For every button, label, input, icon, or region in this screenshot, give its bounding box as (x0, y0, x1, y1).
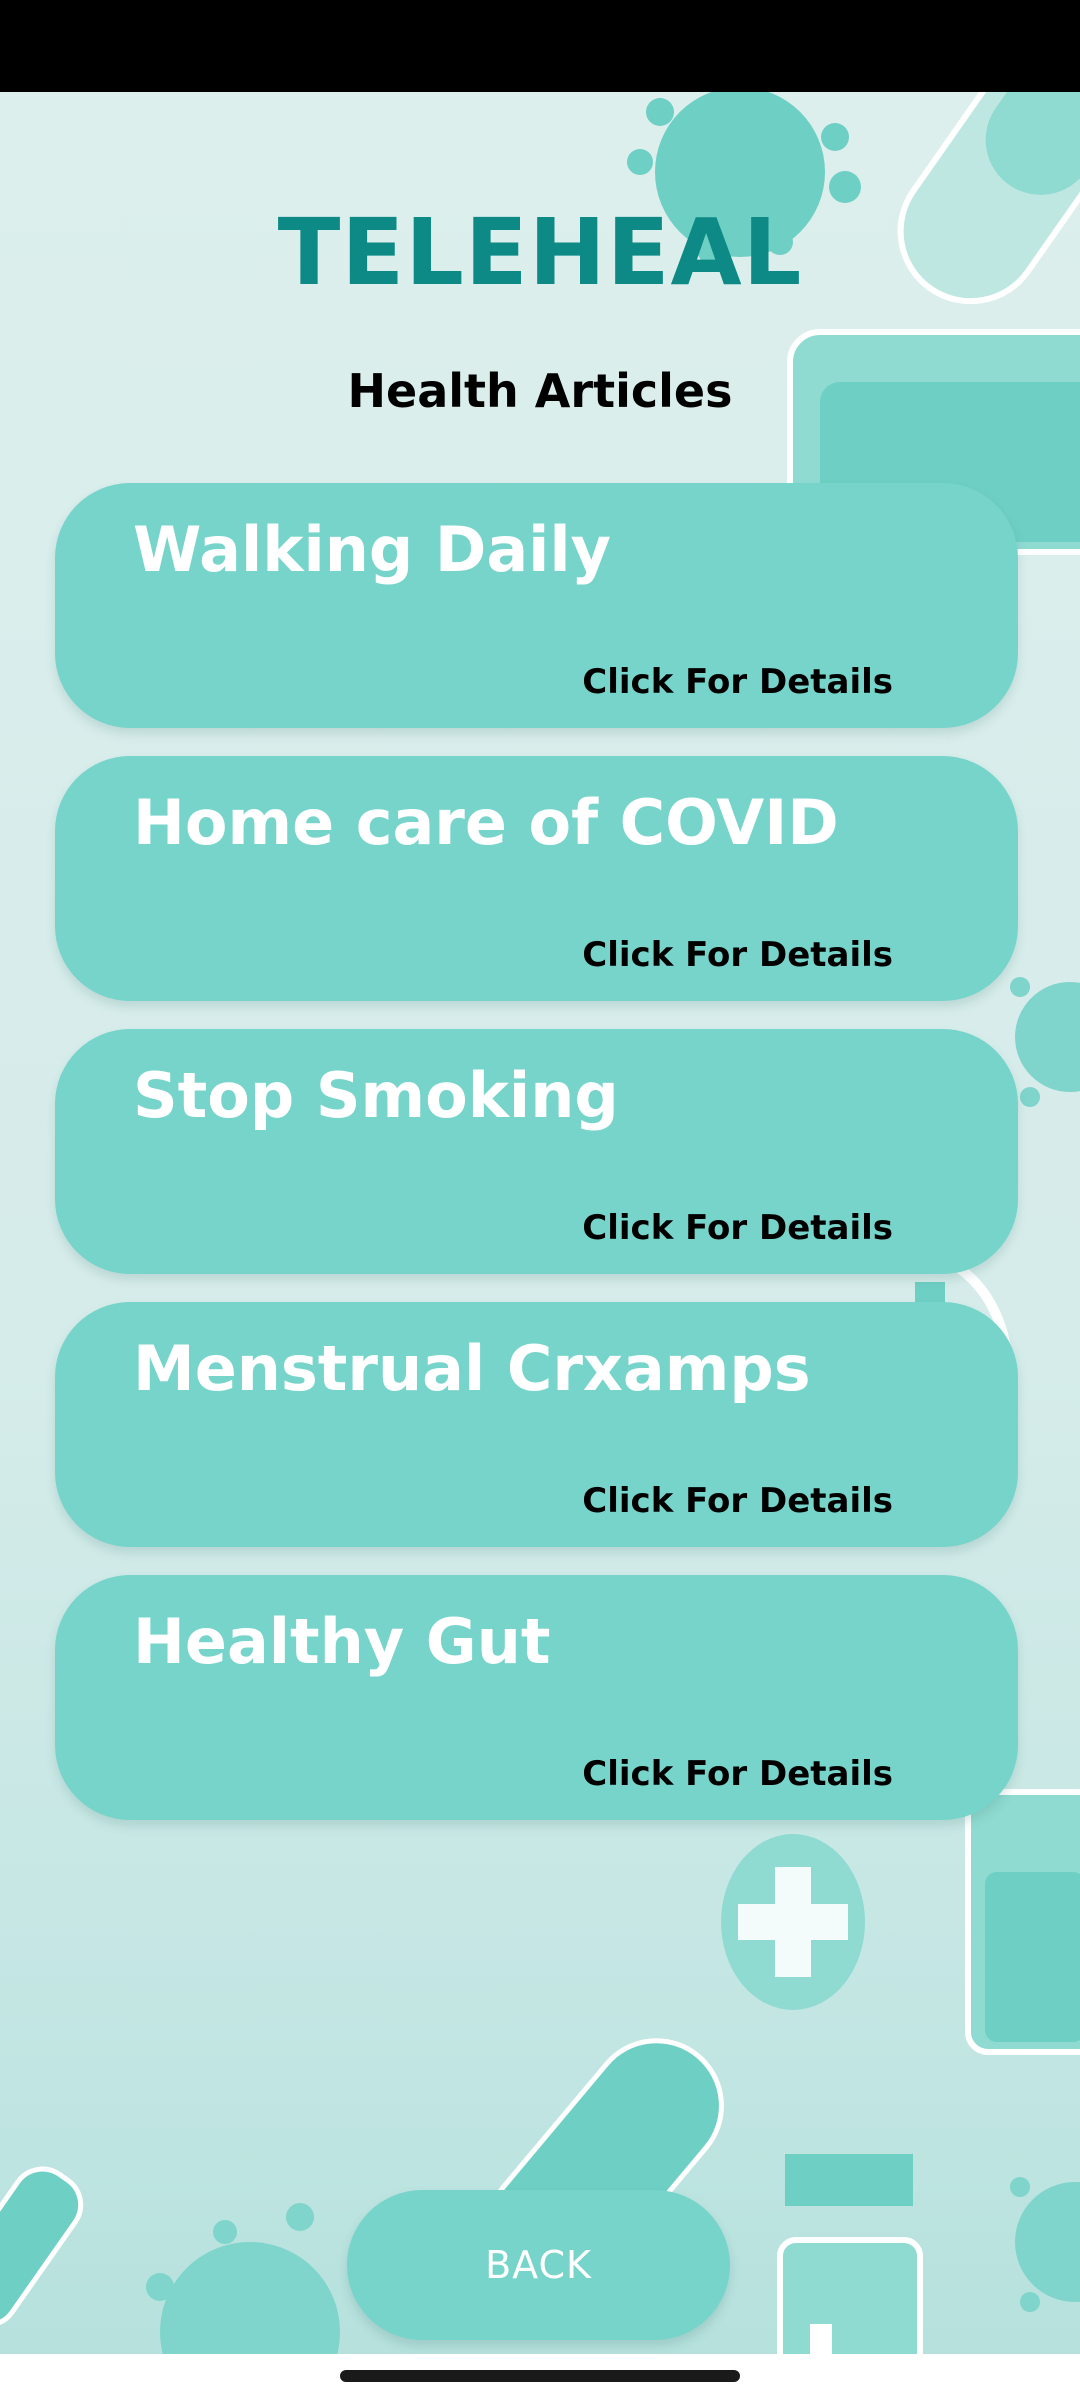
medicine-bottle-icon (777, 2154, 923, 2354)
page-title: Health Articles (347, 364, 733, 418)
virus-icon (146, 2203, 340, 2354)
article-card-menstrual-cramps[interactable]: Menstrual Crxamps Click For Details (55, 1302, 1018, 1547)
article-title: Healthy Gut (133, 1605, 551, 1678)
pill-icon (0, 2166, 84, 2328)
article-title: Stop Smoking (133, 1059, 619, 1132)
back-button[interactable]: BACK (347, 2190, 730, 2340)
details-link[interactable]: Click For Details (582, 1481, 893, 1521)
virus-icon (1010, 977, 1080, 1107)
article-card-home-care-covid[interactable]: Home care of COVID Click For Details (55, 756, 1018, 1001)
article-card-healthy-gut[interactable]: Healthy Gut Click For Details (55, 1575, 1018, 1820)
status-bar (0, 0, 1080, 92)
virus-icon (1010, 2177, 1080, 2312)
article-title: Menstrual Crxamps (133, 1332, 811, 1405)
article-title: Walking Daily (133, 513, 612, 586)
details-link[interactable]: Click For Details (582, 935, 893, 975)
details-link[interactable]: Click For Details (582, 1208, 893, 1248)
article-list: Walking Daily Click For Details Home car… (55, 483, 1018, 1848)
article-card-walking-daily[interactable]: Walking Daily Click For Details (55, 483, 1018, 728)
app-title: TELEHEAL (277, 199, 803, 306)
medical-cross-icon (721, 1834, 865, 2010)
details-link[interactable]: Click For Details (582, 662, 893, 702)
article-title: Home care of COVID (133, 786, 839, 859)
app-screen: TELEHEAL Health Articles Walking Daily C… (0, 92, 1080, 2354)
details-link[interactable]: Click For Details (582, 1754, 893, 1794)
system-navigation-bar (0, 2354, 1080, 2400)
home-indicator[interactable] (340, 2370, 740, 2382)
article-card-stop-smoking[interactable]: Stop Smoking Click For Details (55, 1029, 1018, 1274)
